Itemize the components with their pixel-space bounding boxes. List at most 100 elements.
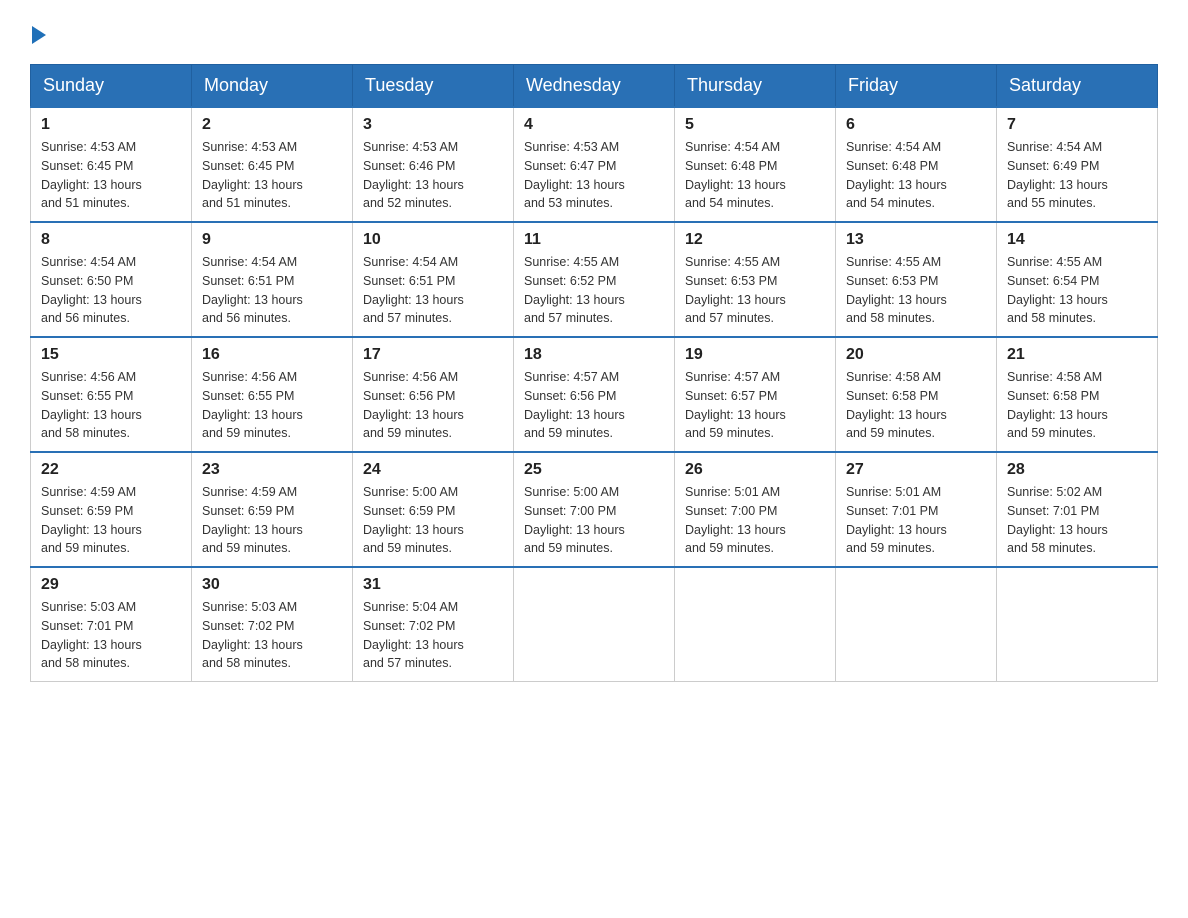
day-number: 22	[41, 461, 181, 479]
calendar-cell: 13 Sunrise: 4:55 AMSunset: 6:53 PMDaylig…	[836, 222, 997, 337]
day-info: Sunrise: 5:02 AMSunset: 7:01 PMDaylight:…	[1007, 483, 1147, 558]
calendar-cell: 23 Sunrise: 4:59 AMSunset: 6:59 PMDaylig…	[192, 452, 353, 567]
day-number: 21	[1007, 346, 1147, 364]
logo	[30, 20, 46, 44]
day-number: 30	[202, 576, 342, 594]
calendar-cell	[675, 567, 836, 682]
day-number: 6	[846, 116, 986, 134]
day-info: Sunrise: 4:56 AMSunset: 6:56 PMDaylight:…	[363, 368, 503, 443]
calendar-cell: 6 Sunrise: 4:54 AMSunset: 6:48 PMDayligh…	[836, 107, 997, 222]
day-info: Sunrise: 5:00 AMSunset: 7:00 PMDaylight:…	[524, 483, 664, 558]
day-number: 29	[41, 576, 181, 594]
calendar-cell: 29 Sunrise: 5:03 AMSunset: 7:01 PMDaylig…	[31, 567, 192, 682]
calendar-cell: 8 Sunrise: 4:54 AMSunset: 6:50 PMDayligh…	[31, 222, 192, 337]
calendar-cell: 27 Sunrise: 5:01 AMSunset: 7:01 PMDaylig…	[836, 452, 997, 567]
day-number: 26	[685, 461, 825, 479]
calendar-cell: 24 Sunrise: 5:00 AMSunset: 6:59 PMDaylig…	[353, 452, 514, 567]
day-info: Sunrise: 4:53 AMSunset: 6:45 PMDaylight:…	[41, 138, 181, 213]
calendar-cell: 25 Sunrise: 5:00 AMSunset: 7:00 PMDaylig…	[514, 452, 675, 567]
calendar-table: SundayMondayTuesdayWednesdayThursdayFrid…	[30, 64, 1158, 682]
calendar-header-sunday: Sunday	[31, 65, 192, 108]
calendar-cell: 2 Sunrise: 4:53 AMSunset: 6:45 PMDayligh…	[192, 107, 353, 222]
day-number: 1	[41, 116, 181, 134]
calendar-cell	[836, 567, 997, 682]
day-number: 23	[202, 461, 342, 479]
day-number: 27	[846, 461, 986, 479]
calendar-cell: 18 Sunrise: 4:57 AMSunset: 6:56 PMDaylig…	[514, 337, 675, 452]
calendar-header-tuesday: Tuesday	[353, 65, 514, 108]
day-number: 15	[41, 346, 181, 364]
day-info: Sunrise: 4:55 AMSunset: 6:52 PMDaylight:…	[524, 253, 664, 328]
calendar-header-thursday: Thursday	[675, 65, 836, 108]
day-number: 28	[1007, 461, 1147, 479]
calendar-week-row: 15 Sunrise: 4:56 AMSunset: 6:55 PMDaylig…	[31, 337, 1158, 452]
day-info: Sunrise: 4:53 AMSunset: 6:47 PMDaylight:…	[524, 138, 664, 213]
calendar-cell: 31 Sunrise: 5:04 AMSunset: 7:02 PMDaylig…	[353, 567, 514, 682]
calendar-cell: 21 Sunrise: 4:58 AMSunset: 6:58 PMDaylig…	[997, 337, 1158, 452]
calendar-week-row: 8 Sunrise: 4:54 AMSunset: 6:50 PMDayligh…	[31, 222, 1158, 337]
calendar-cell: 3 Sunrise: 4:53 AMSunset: 6:46 PMDayligh…	[353, 107, 514, 222]
day-info: Sunrise: 5:00 AMSunset: 6:59 PMDaylight:…	[363, 483, 503, 558]
day-number: 25	[524, 461, 664, 479]
day-number: 10	[363, 231, 503, 249]
calendar-cell	[997, 567, 1158, 682]
day-info: Sunrise: 4:54 AMSunset: 6:51 PMDaylight:…	[363, 253, 503, 328]
day-info: Sunrise: 4:55 AMSunset: 6:53 PMDaylight:…	[846, 253, 986, 328]
calendar-header-monday: Monday	[192, 65, 353, 108]
day-info: Sunrise: 5:04 AMSunset: 7:02 PMDaylight:…	[363, 598, 503, 673]
day-info: Sunrise: 4:53 AMSunset: 6:46 PMDaylight:…	[363, 138, 503, 213]
calendar-header-wednesday: Wednesday	[514, 65, 675, 108]
day-info: Sunrise: 4:54 AMSunset: 6:49 PMDaylight:…	[1007, 138, 1147, 213]
calendar-cell: 10 Sunrise: 4:54 AMSunset: 6:51 PMDaylig…	[353, 222, 514, 337]
calendar-cell: 4 Sunrise: 4:53 AMSunset: 6:47 PMDayligh…	[514, 107, 675, 222]
calendar-cell: 22 Sunrise: 4:59 AMSunset: 6:59 PMDaylig…	[31, 452, 192, 567]
calendar-cell: 15 Sunrise: 4:56 AMSunset: 6:55 PMDaylig…	[31, 337, 192, 452]
calendar-cell: 12 Sunrise: 4:55 AMSunset: 6:53 PMDaylig…	[675, 222, 836, 337]
day-number: 3	[363, 116, 503, 134]
calendar-cell: 9 Sunrise: 4:54 AMSunset: 6:51 PMDayligh…	[192, 222, 353, 337]
calendar-week-row: 29 Sunrise: 5:03 AMSunset: 7:01 PMDaylig…	[31, 567, 1158, 682]
day-info: Sunrise: 5:01 AMSunset: 7:01 PMDaylight:…	[846, 483, 986, 558]
day-info: Sunrise: 4:58 AMSunset: 6:58 PMDaylight:…	[846, 368, 986, 443]
day-number: 13	[846, 231, 986, 249]
calendar-cell: 30 Sunrise: 5:03 AMSunset: 7:02 PMDaylig…	[192, 567, 353, 682]
calendar-cell: 7 Sunrise: 4:54 AMSunset: 6:49 PMDayligh…	[997, 107, 1158, 222]
day-number: 24	[363, 461, 503, 479]
day-info: Sunrise: 4:57 AMSunset: 6:56 PMDaylight:…	[524, 368, 664, 443]
day-info: Sunrise: 4:53 AMSunset: 6:45 PMDaylight:…	[202, 138, 342, 213]
calendar-cell: 1 Sunrise: 4:53 AMSunset: 6:45 PMDayligh…	[31, 107, 192, 222]
day-number: 5	[685, 116, 825, 134]
day-info: Sunrise: 4:56 AMSunset: 6:55 PMDaylight:…	[41, 368, 181, 443]
day-info: Sunrise: 4:54 AMSunset: 6:48 PMDaylight:…	[846, 138, 986, 213]
day-number: 20	[846, 346, 986, 364]
day-number: 19	[685, 346, 825, 364]
day-info: Sunrise: 4:59 AMSunset: 6:59 PMDaylight:…	[202, 483, 342, 558]
day-info: Sunrise: 4:57 AMSunset: 6:57 PMDaylight:…	[685, 368, 825, 443]
calendar-cell	[514, 567, 675, 682]
page-header	[30, 20, 1158, 44]
day-number: 31	[363, 576, 503, 594]
calendar-header-row: SundayMondayTuesdayWednesdayThursdayFrid…	[31, 65, 1158, 108]
day-info: Sunrise: 4:55 AMSunset: 6:53 PMDaylight:…	[685, 253, 825, 328]
calendar-week-row: 22 Sunrise: 4:59 AMSunset: 6:59 PMDaylig…	[31, 452, 1158, 567]
day-info: Sunrise: 4:56 AMSunset: 6:55 PMDaylight:…	[202, 368, 342, 443]
day-info: Sunrise: 4:58 AMSunset: 6:58 PMDaylight:…	[1007, 368, 1147, 443]
calendar-week-row: 1 Sunrise: 4:53 AMSunset: 6:45 PMDayligh…	[31, 107, 1158, 222]
day-number: 9	[202, 231, 342, 249]
day-number: 16	[202, 346, 342, 364]
day-number: 18	[524, 346, 664, 364]
day-number: 4	[524, 116, 664, 134]
logo-arrow-icon	[32, 26, 46, 44]
calendar-header-saturday: Saturday	[997, 65, 1158, 108]
calendar-cell: 26 Sunrise: 5:01 AMSunset: 7:00 PMDaylig…	[675, 452, 836, 567]
day-info: Sunrise: 4:54 AMSunset: 6:50 PMDaylight:…	[41, 253, 181, 328]
calendar-cell: 28 Sunrise: 5:02 AMSunset: 7:01 PMDaylig…	[997, 452, 1158, 567]
day-number: 2	[202, 116, 342, 134]
day-info: Sunrise: 4:59 AMSunset: 6:59 PMDaylight:…	[41, 483, 181, 558]
calendar-header-friday: Friday	[836, 65, 997, 108]
day-info: Sunrise: 5:01 AMSunset: 7:00 PMDaylight:…	[685, 483, 825, 558]
calendar-cell: 11 Sunrise: 4:55 AMSunset: 6:52 PMDaylig…	[514, 222, 675, 337]
calendar-cell: 16 Sunrise: 4:56 AMSunset: 6:55 PMDaylig…	[192, 337, 353, 452]
day-info: Sunrise: 5:03 AMSunset: 7:02 PMDaylight:…	[202, 598, 342, 673]
day-info: Sunrise: 4:55 AMSunset: 6:54 PMDaylight:…	[1007, 253, 1147, 328]
